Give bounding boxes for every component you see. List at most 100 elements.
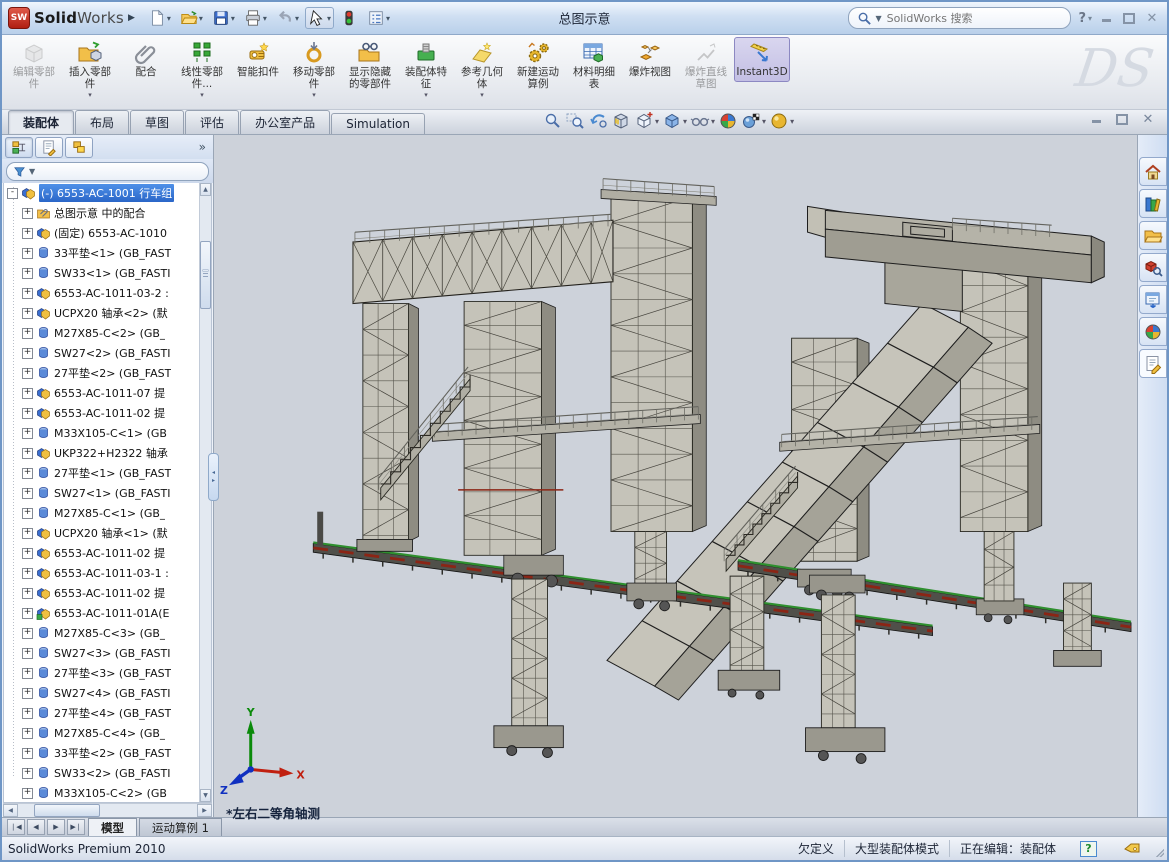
previous-view-button[interactable]	[588, 111, 608, 131]
tree-item[interactable]: +6553-AC-1011-03-2 :	[4, 283, 211, 303]
tree-item[interactable]: +SW27<4> (GB_FASTI	[4, 683, 211, 703]
panel-tabs-overflow[interactable]: »	[199, 140, 210, 154]
tree-item[interactable]: +27平垫<3> (GB_FAST	[4, 663, 211, 683]
tree-item[interactable]: +SW27<3> (GB_FASTI	[4, 643, 211, 663]
expand-toggle[interactable]: +	[22, 748, 33, 759]
close-button[interactable]: ✕	[1145, 12, 1159, 24]
expand-toggle[interactable]: +	[22, 628, 33, 639]
design-library-pane-button[interactable]	[1139, 189, 1167, 218]
zoom-fit-button[interactable]	[542, 111, 562, 131]
search-input[interactable]	[885, 11, 1029, 26]
home-pane-button[interactable]	[1139, 157, 1167, 186]
appearances-pane-button[interactable]	[1139, 317, 1167, 346]
ribbon-smart-fastener-button[interactable]: 智能扣件	[230, 37, 286, 82]
ribbon-assembly-feature-button[interactable]: 装配体特征▾	[398, 37, 454, 102]
expand-toggle[interactable]: +	[22, 248, 33, 259]
new-doc-button[interactable]: ▾	[145, 7, 174, 29]
quick-tips-help-icon[interactable]: ?	[1080, 841, 1097, 857]
expand-toggle[interactable]: -	[7, 188, 18, 199]
ribbon-mate-button[interactable]: 配合	[118, 37, 174, 82]
expand-toggle[interactable]: +	[22, 788, 33, 799]
tree-item[interactable]: +SW33<2> (GB_FASTI	[4, 763, 211, 783]
expand-toggle[interactable]: +	[22, 728, 33, 739]
scroll-left-arrow[interactable]: ◀	[3, 804, 18, 817]
expand-toggle[interactable]: +	[22, 388, 33, 399]
expand-toggle[interactable]: +	[22, 308, 33, 319]
configurations-tab-button[interactable]	[65, 137, 93, 158]
expand-toggle[interactable]: +	[22, 668, 33, 679]
doc-close-button[interactable]: ✕	[1141, 113, 1155, 125]
sheet-tab-模型[interactable]: 模型	[88, 818, 137, 836]
view-palette-pane-button[interactable]	[1139, 285, 1167, 314]
scroll-down-arrow[interactable]: ▼	[200, 789, 211, 802]
doc-restore-button[interactable]	[1115, 113, 1129, 125]
tab-评估[interactable]: 评估	[185, 110, 239, 134]
ribbon-show-hidden-button[interactable]: 显示隐藏的零部件	[342, 37, 398, 93]
expand-toggle[interactable]: +	[22, 688, 33, 699]
view-settings-button[interactable]: ▾	[741, 111, 766, 131]
ribbon-linear-pattern-button[interactable]: 线性零部件...▾	[174, 37, 230, 102]
tree-item[interactable]: +6553-AC-1011-02 提	[4, 543, 211, 563]
sheet-tab-运动算例 1[interactable]: 运动算例 1	[139, 818, 222, 836]
expand-toggle[interactable]: +	[22, 208, 33, 219]
expand-toggle[interactable]: +	[22, 608, 33, 619]
tree-item[interactable]: +UCPX20 轴承<1> (默	[4, 523, 211, 543]
tree-item[interactable]: +M27X85-C<4> (GB_	[4, 723, 211, 743]
tree-item[interactable]: +6553-AC-1011-01A(E	[4, 603, 211, 623]
prev-tab-button[interactable]: ◀	[27, 819, 45, 835]
expand-toggle[interactable]: +	[22, 488, 33, 499]
tab-装配体[interactable]: 装配体	[8, 110, 74, 134]
expand-toggle[interactable]: +	[22, 288, 33, 299]
tab-Simulation[interactable]: Simulation	[331, 113, 425, 134]
filter-dropdown[interactable]: ▼	[29, 167, 35, 176]
tree-item[interactable]: +M27X85-C<2> (GB_	[4, 323, 211, 343]
custom-properties-pane-button[interactable]	[1139, 349, 1167, 378]
select-cursor-button[interactable]: ▾	[305, 7, 334, 29]
expand-toggle[interactable]: +	[22, 708, 33, 719]
scroll-up-arrow[interactable]: ▲	[200, 183, 211, 196]
print-button[interactable]: ▾	[241, 7, 270, 29]
scroll-right-arrow[interactable]: ▶	[197, 804, 212, 817]
zoom-area-button[interactable]	[565, 111, 585, 131]
tree-filter-input[interactable]: ▼	[6, 162, 209, 181]
search-pane-pane-button[interactable]	[1139, 253, 1167, 282]
tree-item[interactable]: +M33X105-C<2> (GB	[4, 783, 211, 803]
tab-办公室产品[interactable]: 办公室产品	[240, 110, 330, 134]
tab-草图[interactable]: 草图	[130, 110, 184, 134]
ribbon-insert-component-button[interactable]: 插入零部件▾	[62, 37, 118, 102]
render-mode-button[interactable]: ▾	[769, 111, 794, 131]
first-tab-button[interactable]: ❘◀	[7, 819, 25, 835]
expand-toggle[interactable]: +	[22, 528, 33, 539]
expand-toggle[interactable]: +	[22, 548, 33, 559]
hscroll-thumb[interactable]	[34, 804, 100, 817]
expand-toggle[interactable]: +	[22, 468, 33, 479]
tree-item[interactable]: +总图示意 中的配合	[4, 203, 211, 223]
tags-icon[interactable]	[1123, 842, 1141, 856]
assembly-model[interactable]: Y X Z	[214, 135, 1137, 817]
tab-布局[interactable]: 布局	[75, 110, 129, 134]
ribbon-edit-component-button[interactable]: 编辑零部件	[6, 37, 62, 93]
tree-item[interactable]: +6553-AC-1011-07 提	[4, 383, 211, 403]
tree-item[interactable]: +6553-AC-1011-02 提	[4, 403, 211, 423]
tree-item[interactable]: +M27X85-C<3> (GB_	[4, 623, 211, 643]
search-box[interactable]: ▼	[848, 7, 1071, 29]
tree-item[interactable]: +6553-AC-1011-02 提	[4, 583, 211, 603]
scroll-thumb[interactable]	[200, 241, 211, 309]
ribbon-motion-study-button[interactable]: 新建运动算例	[510, 37, 566, 93]
graphics-viewport[interactable]: Y X Z *左右二等角轴测	[214, 135, 1137, 817]
help-button[interactable]: ?▾	[1078, 11, 1092, 26]
tree-item[interactable]: +UCPX20 轴承<2> (默	[4, 303, 211, 323]
expand-toggle[interactable]: +	[22, 368, 33, 379]
tree-item[interactable]: +33平垫<1> (GB_FAST	[4, 243, 211, 263]
section-view-button[interactable]	[611, 111, 631, 131]
tree-item[interactable]: +6553-AC-1011-03-1 :	[4, 563, 211, 583]
tree-item[interactable]: +27平垫<1> (GB_FAST	[4, 463, 211, 483]
open-button[interactable]: ▾	[177, 7, 206, 29]
tree-item[interactable]: -(-) 6553-AC-1001 行车组	[4, 183, 211, 203]
display-style-button[interactable]: ▾	[662, 111, 687, 131]
tree-horizontal-scrollbar[interactable]: ◀ ▶	[3, 803, 212, 817]
tree-item[interactable]: +SW27<1> (GB_FASTI	[4, 483, 211, 503]
resize-grip[interactable]	[1155, 848, 1164, 857]
options-list-button[interactable]: ▾	[364, 7, 393, 29]
ribbon-exploded-view-button[interactable]: 爆炸视图	[622, 37, 678, 82]
